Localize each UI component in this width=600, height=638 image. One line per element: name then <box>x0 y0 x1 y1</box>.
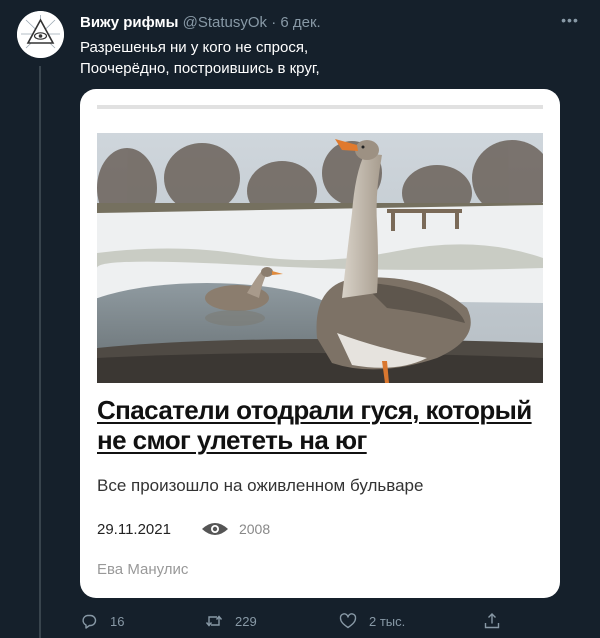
reply-icon <box>80 612 98 630</box>
attached-image-card[interactable]: Спасатели отодрали гуся, который не смог… <box>80 89 560 598</box>
reply-count: 16 <box>110 613 125 629</box>
more-icon[interactable]: ••• <box>558 12 582 28</box>
tweet-actions: 16 229 2 тыс. <box>80 609 520 633</box>
headline-line: Спасатели отодрали гуся, который <box>97 395 532 425</box>
tweet-date[interactable]: 6 дек. <box>280 14 320 31</box>
goose-photo <box>97 133 543 383</box>
view-count: 2008 <box>238 521 271 537</box>
heart-icon <box>339 612 357 630</box>
tweet-text: Разрешенья ни у кого не спрося, Поочерёд… <box>80 37 580 79</box>
tweet-text-line: Разрешенья ни у кого не спрося, <box>80 39 309 56</box>
retweet-button[interactable]: 229 <box>205 609 257 633</box>
author-name[interactable]: Вижу рифмы <box>80 14 178 31</box>
article-subtitle: Все произошло на оживленном бульваре <box>97 476 424 495</box>
reply-button[interactable]: 16 <box>80 609 124 633</box>
article-meta: 29.11.2021 2008 <box>97 518 270 540</box>
like-button[interactable]: 2 тыс. <box>339 609 405 633</box>
article-headline[interactable]: Спасатели отодрали гуся, который не смог… <box>97 395 537 455</box>
article-author: Ева Манулис <box>97 561 189 578</box>
tweet-header: Вижу рифмы @StatusyOk · 6 дек. <box>80 14 540 32</box>
separator-dot: · <box>271 14 277 31</box>
tweet-text-line: Поочерёдно, построившись в круг, <box>80 60 320 77</box>
like-count: 2 тыс. <box>369 613 406 629</box>
author-handle[interactable]: @StatusyOk <box>183 14 267 31</box>
article-date: 29.11.2021 <box>97 520 171 538</box>
avatar-eye-of-providence-icon <box>17 11 64 58</box>
share-icon <box>483 612 501 630</box>
headline-line: не смог улететь на юг <box>97 425 367 455</box>
retweet-count: 229 <box>235 613 257 629</box>
card-divider <box>97 105 543 109</box>
avatar[interactable] <box>17 11 64 58</box>
retweet-icon <box>205 612 223 630</box>
share-button[interactable] <box>483 609 501 633</box>
eye-icon <box>201 521 229 537</box>
thread-line <box>39 66 41 638</box>
